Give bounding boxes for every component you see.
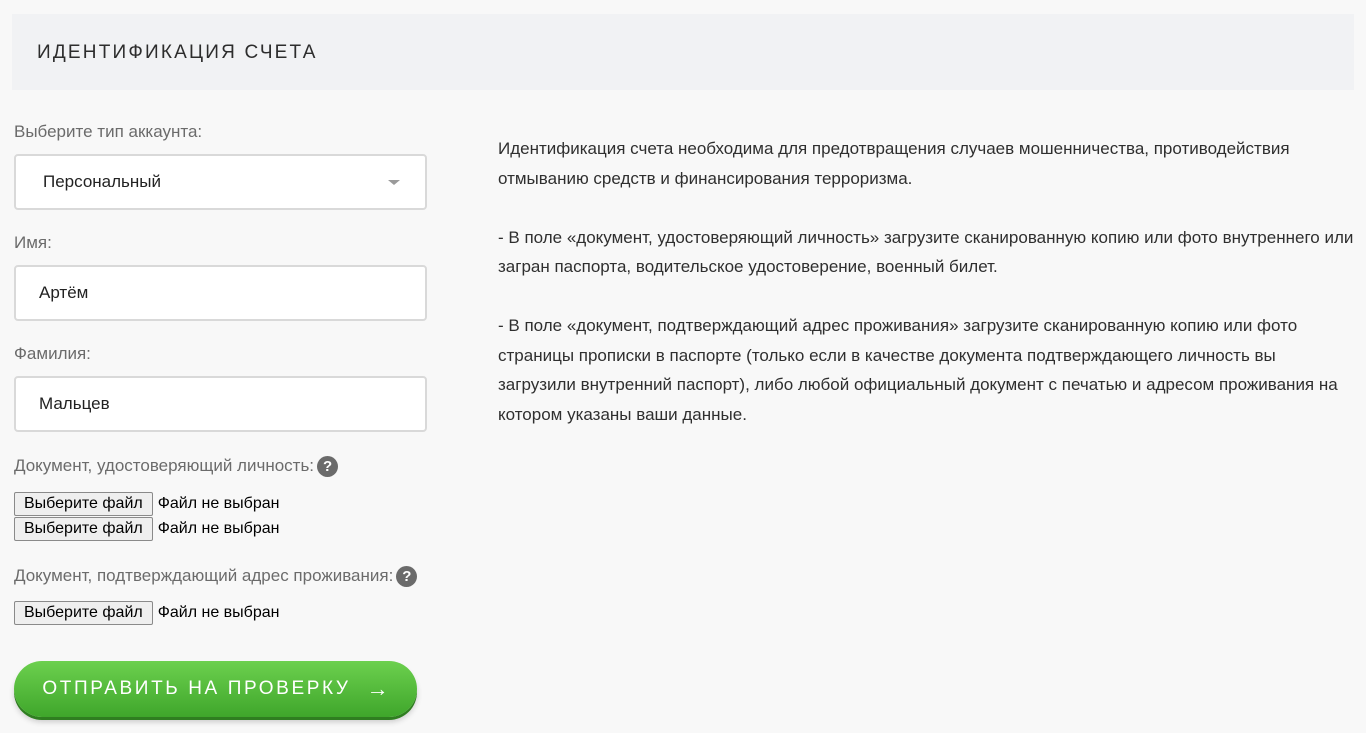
id-document-label-text: Документ, удостоверяющий личность:	[14, 456, 315, 475]
file-status: Файл не выбран	[157, 495, 280, 512]
choose-file-button[interactable]: Выберите файл	[14, 517, 153, 541]
account-type-select[interactable]: Персональный	[14, 154, 427, 210]
first-name-label: Имя:	[14, 233, 52, 252]
info-paragraph: Идентификация счета необходима для предо…	[498, 139, 1290, 188]
arrow-right-icon: →	[366, 676, 389, 701]
info-paragraph: - В поле «документ, подтверждающий адрес…	[498, 316, 1338, 424]
help-icon[interactable]: ?	[396, 566, 418, 587]
address-document-label-text: Документ, подтверждающий адрес проживани…	[14, 566, 394, 585]
id-document-label: Документ, удостоверяющий личность:?	[14, 456, 339, 477]
id-document-file-input-1: Выберите файл Файл не выбран	[14, 492, 279, 516]
first-name-field[interactable]: Артём	[14, 265, 427, 321]
address-document-label: Документ, подтверждающий адрес проживани…	[14, 566, 418, 587]
address-document-file-input: Выберите файл Файл не выбран	[14, 601, 279, 625]
account-type-label: Выберите тип аккаунта:	[14, 122, 203, 141]
last-name-field[interactable]: Мальцев	[14, 376, 427, 432]
page-title: ИДЕНТИФИКАЦИЯ СЧЕТА	[37, 42, 318, 63]
choose-file-button[interactable]: Выберите файл	[14, 601, 153, 625]
choose-file-button[interactable]: Выберите файл	[14, 492, 153, 516]
page-header: ИДЕНТИФИКАЦИЯ СЧЕТА	[12, 14, 1354, 90]
info-text: Идентификация счета необходима для предо…	[498, 134, 1358, 459]
file-status: Файл не выбран	[157, 604, 280, 621]
file-status: Файл не выбран	[157, 520, 280, 537]
help-icon[interactable]: ?	[317, 456, 339, 477]
chevron-down-icon	[388, 180, 400, 185]
account-type-value: Персональный	[43, 172, 161, 191]
last-name-label: Фамилия:	[14, 344, 91, 363]
id-document-file-input-2: Выберите файл Файл не выбран	[14, 517, 279, 541]
submit-label: ОТПРАВИТЬ НА ПРОВЕРКУ	[42, 678, 351, 699]
submit-for-review-button[interactable]: ОТПРАВИТЬ НА ПРОВЕРКУ →	[14, 661, 417, 717]
info-paragraph: - В поле «документ, удостоверяющий лично…	[498, 227, 1354, 277]
